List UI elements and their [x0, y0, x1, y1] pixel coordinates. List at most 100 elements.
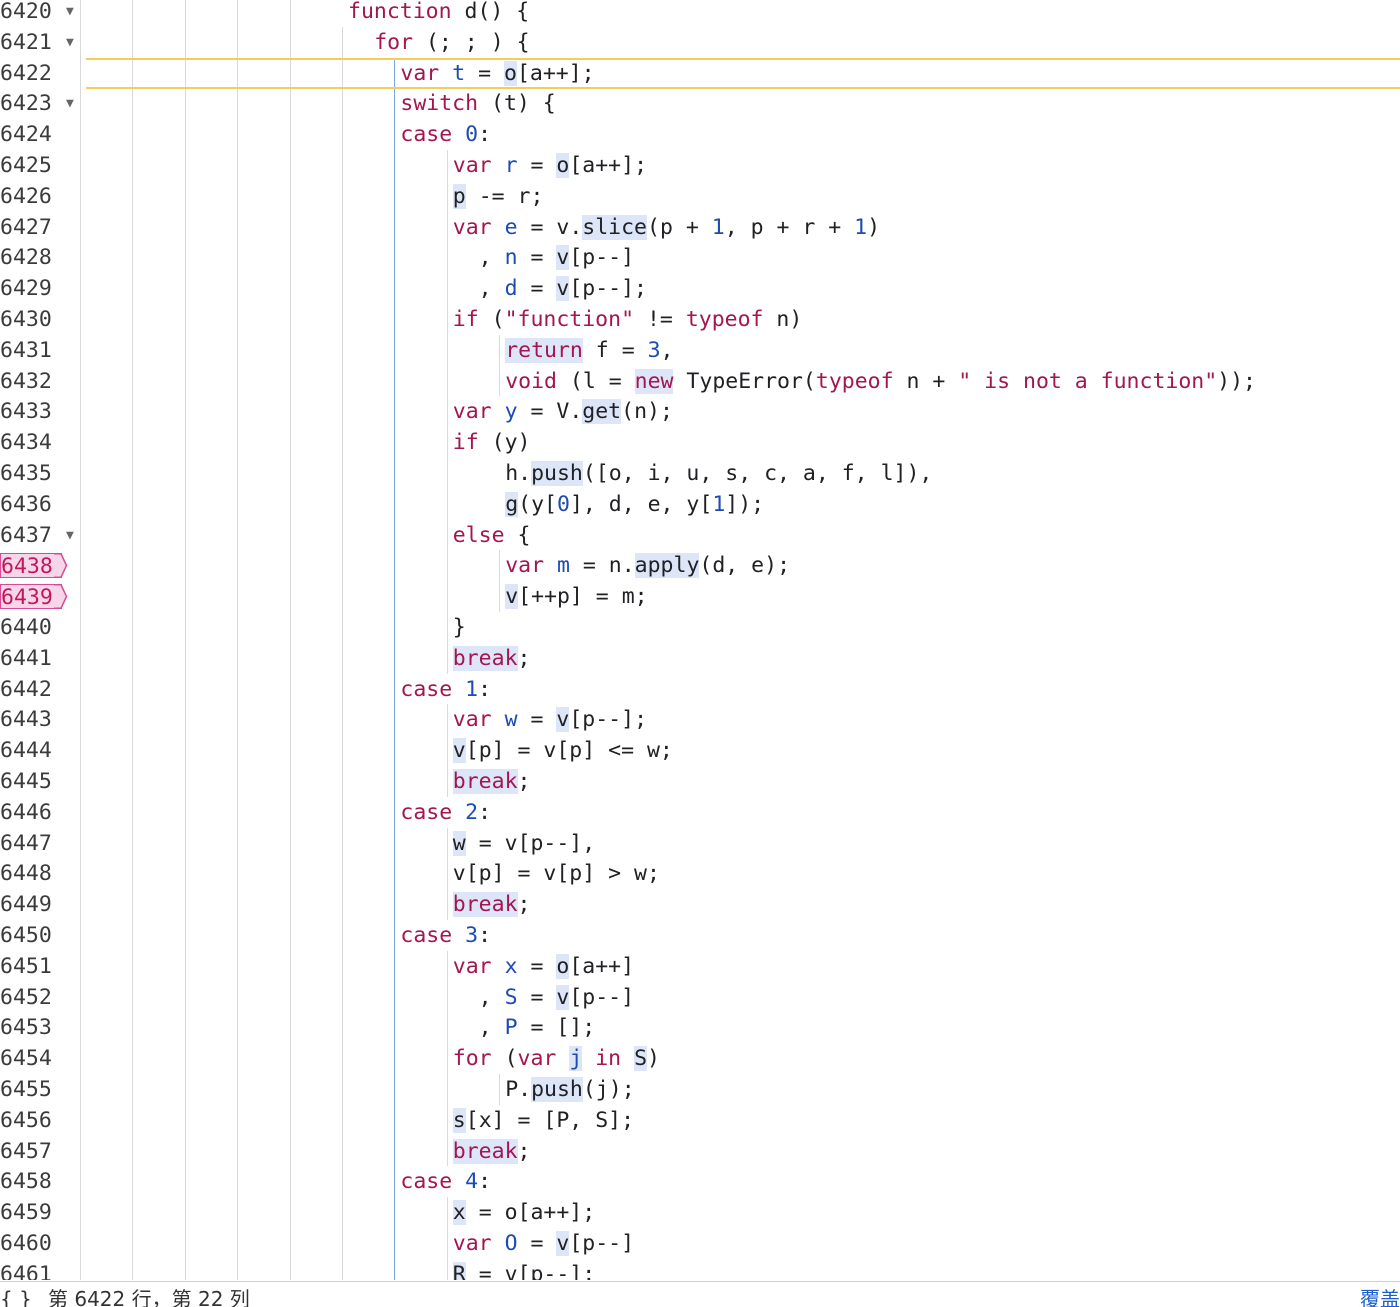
- line-number[interactable]: 6455: [0, 1074, 62, 1105]
- breakpoint-line-number[interactable]: 6438: [0, 553, 62, 579]
- code-line[interactable]: 6449 break;: [0, 889, 1400, 920]
- code-line[interactable]: 6436 g(y[0], d, e, y[1]);: [0, 489, 1400, 520]
- line-number[interactable]: 6453: [0, 1012, 62, 1043]
- line-number[interactable]: 6450: [0, 920, 62, 951]
- code-line[interactable]: 6450 case 3:: [0, 920, 1400, 951]
- line-number[interactable]: 6448: [0, 858, 62, 889]
- code-line[interactable]: 6437 ▼ else {: [0, 520, 1400, 551]
- code-line[interactable]: 6432 void (l = new TypeError(typeof n + "…: [0, 366, 1400, 397]
- line-number[interactable]: 6452: [0, 982, 62, 1013]
- pretty-print-icon[interactable]: { }: [0, 1282, 32, 1307]
- code-text: P.push(j);: [505, 1074, 635, 1105]
- breakpoint-line-number[interactable]: 6439: [0, 584, 62, 610]
- code-line[interactable]: 6429 , d = v[p--];: [0, 273, 1400, 304]
- line-number[interactable]: 6457: [0, 1136, 62, 1167]
- line-number[interactable]: 6434: [0, 427, 62, 458]
- code-line[interactable]: 6430 if ("function" != typeof n): [0, 304, 1400, 335]
- line-number[interactable]: 6428: [0, 242, 62, 273]
- code-line[interactable]: 6425 var r = o[a++];: [0, 150, 1400, 181]
- breakpoint-marker-icon[interactable]: [54, 584, 68, 610]
- code-line[interactable]: 6428 , n = v[p--]: [0, 242, 1400, 273]
- code-line[interactable]: 6443 var w = v[p--];: [0, 704, 1400, 735]
- line-number[interactable]: 6442: [0, 674, 62, 705]
- code-token: 1: [854, 214, 868, 240]
- line-number[interactable]: 6449: [0, 889, 62, 920]
- line-number[interactable]: 6421: [0, 27, 62, 58]
- line-number[interactable]: 6427: [0, 212, 62, 243]
- code-line[interactable]: 6434 if (y): [0, 427, 1400, 458]
- line-number[interactable]: 6460: [0, 1228, 62, 1259]
- line-number[interactable]: 6420: [0, 0, 62, 27]
- line-number[interactable]: 6444: [0, 735, 62, 766]
- line-number[interactable]: 6445: [0, 766, 62, 797]
- code-line[interactable]: 6423 ▼ switch (t) {: [0, 88, 1400, 119]
- breakpoint-marker-icon[interactable]: [54, 553, 68, 579]
- line-number[interactable]: 6451: [0, 951, 62, 982]
- code-line[interactable]: 6421 ▼ for (; ; ) {: [0, 27, 1400, 58]
- code-line[interactable]: 6422 var t = o[a++];: [0, 57, 1400, 89]
- line-number[interactable]: 6441: [0, 643, 62, 674]
- code-line[interactable]: 6427 var e = v.slice(p + 1, p + r + 1): [0, 212, 1400, 243]
- fold-toggle-icon[interactable]: ▼: [66, 520, 80, 551]
- line-number[interactable]: 6435: [0, 458, 62, 489]
- line-number[interactable]: 6461: [0, 1259, 62, 1280]
- code-line[interactable]: 6456 s[x] = [P, S];: [0, 1105, 1400, 1136]
- fold-toggle-icon[interactable]: ▼: [66, 0, 80, 27]
- code-token: y: [504, 399, 518, 425]
- fold-toggle-icon[interactable]: ▼: [66, 88, 80, 119]
- line-number[interactable]: 6443: [0, 704, 62, 735]
- line-number[interactable]: 6447: [0, 828, 62, 859]
- code-line[interactable]: 6459 x = o[a++];: [0, 1197, 1400, 1228]
- code-line[interactable]: 6438 var m = n.apply(d, e);: [0, 550, 1400, 581]
- code-line[interactable]: 6433 var y = V.get(n);: [0, 396, 1400, 427]
- code-line[interactable]: 6457 break;: [0, 1136, 1400, 1167]
- code-line[interactable]: 6460 var O = v[p--]: [0, 1228, 1400, 1259]
- code-token: [p--]: [569, 1231, 635, 1256]
- code-line[interactable]: 6447 w = v[p--],: [0, 828, 1400, 859]
- code-token: () {: [477, 0, 530, 24]
- fold-toggle-icon[interactable]: ▼: [66, 27, 80, 58]
- code-line[interactable]: 6435 h.push([o, i, u, s, c, a, f, l]),: [0, 458, 1400, 489]
- line-number[interactable]: 6433: [0, 396, 62, 427]
- line-number[interactable]: 6423: [0, 88, 62, 119]
- code-line[interactable]: 6444 v[p] = v[p] <= w;: [0, 735, 1400, 766]
- code-line[interactable]: 6426 p -= r;: [0, 181, 1400, 212]
- code-line[interactable]: 6441 break;: [0, 643, 1400, 674]
- line-number[interactable]: 6459: [0, 1197, 62, 1228]
- code-editor[interactable]: 6420 ▼ function d() {6421 ▼ for (; ; ) {6422…: [0, 0, 1400, 1280]
- code-line[interactable]: 6448 v[p] = v[p] > w;: [0, 858, 1400, 889]
- line-number[interactable]: 6425: [0, 150, 62, 181]
- code-line[interactable]: 6439 v[++p] = m;: [0, 581, 1400, 612]
- line-number[interactable]: 6430: [0, 304, 62, 335]
- code-line[interactable]: 6454 for (var j in S): [0, 1043, 1400, 1074]
- line-number[interactable]: 6437: [0, 520, 62, 551]
- line-number[interactable]: 6454: [0, 1043, 62, 1074]
- code-line[interactable]: 6446 case 2:: [0, 797, 1400, 828]
- code-line[interactable]: 6420 ▼ function d() {: [0, 0, 1400, 27]
- line-number[interactable]: 6422: [0, 58, 62, 89]
- line-number[interactable]: 6431: [0, 335, 62, 366]
- line-number[interactable]: 6432: [0, 366, 62, 397]
- line-number[interactable]: 6424: [0, 119, 62, 150]
- line-number[interactable]: 6429: [0, 273, 62, 304]
- code-text: s[x] = [P, S];: [452, 1105, 634, 1136]
- code-line[interactable]: 6452 , S = v[p--]: [0, 982, 1400, 1013]
- line-number[interactable]: 6456: [0, 1105, 62, 1136]
- line-number[interactable]: 6458: [0, 1166, 62, 1197]
- code-line[interactable]: 6451 var x = o[a++]: [0, 951, 1400, 982]
- code-line[interactable]: 6431 return f = 3,: [0, 335, 1400, 366]
- line-number[interactable]: 6426: [0, 181, 62, 212]
- line-number[interactable]: 6436: [0, 489, 62, 520]
- code-line[interactable]: 6424 case 0:: [0, 119, 1400, 150]
- code-line[interactable]: 6461 R = v[p--];: [0, 1259, 1400, 1280]
- code-line[interactable]: 6453 , P = [];: [0, 1012, 1400, 1043]
- code-line[interactable]: 6442 case 1:: [0, 674, 1400, 705]
- line-number[interactable]: 6440: [0, 612, 62, 643]
- line-number[interactable]: 6446: [0, 797, 62, 828]
- code-line[interactable]: 6440}: [0, 612, 1400, 643]
- code-line[interactable]: 6445 break;: [0, 766, 1400, 797]
- code-line[interactable]: 6458 case 4:: [0, 1166, 1400, 1197]
- coverage-link[interactable]: 覆盖: [1360, 1282, 1400, 1307]
- code-line[interactable]: 6455 P.push(j);: [0, 1074, 1400, 1105]
